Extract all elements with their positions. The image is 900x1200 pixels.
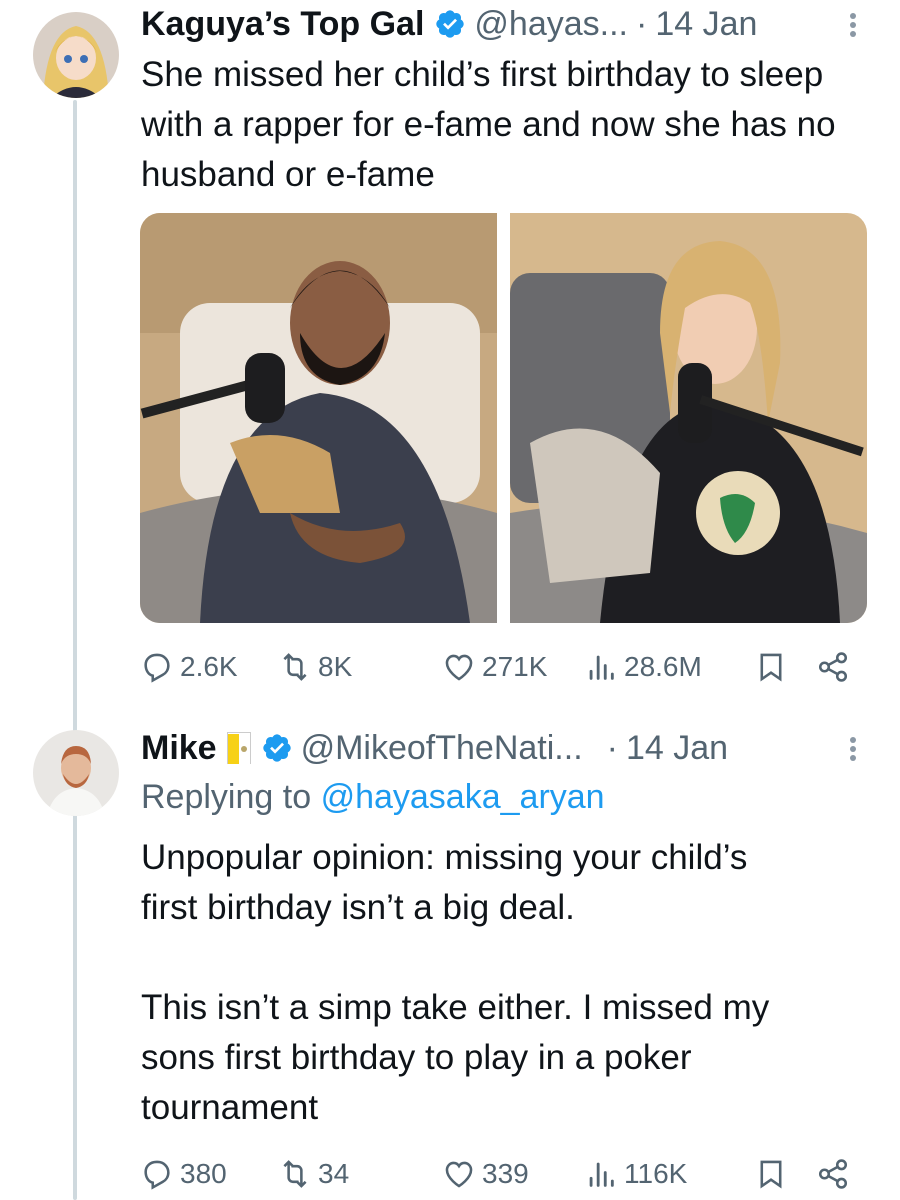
media-grid[interactable] — [140, 213, 867, 623]
handle[interactable]: @hayas... — [474, 4, 628, 44]
repost-count: 8K — [318, 651, 353, 682]
avatar-kaguya[interactable] — [33, 12, 119, 98]
verified-badge-icon — [261, 732, 293, 764]
reply-icon — [144, 653, 170, 683]
reply-count: 380 — [180, 1158, 227, 1189]
replying-prefix: Replying to — [141, 778, 312, 816]
repost-icon — [283, 1160, 307, 1188]
tweet-text: Unpopular opinion: missing your child’s … — [141, 838, 770, 1127]
share-icon — [818, 652, 848, 682]
timestamp[interactable]: 14 Jan — [655, 4, 757, 44]
media-photo-1[interactable] — [140, 213, 498, 623]
like-button[interactable]: 339 — [442, 1157, 584, 1191]
display-name[interactable]: Kaguya’s Top Gal — [141, 4, 424, 44]
bookmark-button[interactable] — [754, 650, 816, 684]
display-name[interactable]: Mike — [141, 728, 217, 768]
separator-dot: · — [606, 729, 618, 767]
share-button[interactable] — [816, 650, 850, 684]
reply-button[interactable]: 380 — [140, 1157, 278, 1191]
views-count: 28.6M — [624, 651, 702, 682]
views-button[interactable]: 28.6M — [584, 650, 754, 684]
bookmark-icon — [760, 653, 782, 682]
tweet-actions: 380 34 339 116K — [140, 1152, 855, 1196]
like-count: 339 — [482, 1158, 529, 1189]
bookmark-icon — [760, 1160, 782, 1189]
replying-to-link[interactable]: @hayasaka_aryan — [321, 778, 605, 816]
media-photo-2[interactable] — [509, 213, 868, 623]
views-count: 116K — [624, 1158, 688, 1189]
handle[interactable]: @MikeofTheNati... — [301, 728, 583, 768]
reply-icon — [144, 1160, 170, 1190]
like-icon — [445, 1161, 473, 1188]
separator-dot: · — [635, 5, 648, 43]
more-options-icon[interactable] — [850, 10, 858, 40]
repost-count: 34 — [318, 1158, 350, 1189]
repost-button[interactable]: 8K — [278, 650, 442, 684]
reply-button[interactable]: 2.6K — [140, 650, 278, 684]
like-count: 271K — [482, 651, 548, 682]
avatar-mike[interactable] — [33, 730, 119, 816]
views-icon — [589, 1162, 614, 1187]
thread-connector-line — [73, 100, 77, 1200]
tweet-header: Kaguya’s Top Gal @hayas... · 14 Jan — [141, 4, 757, 44]
bookmark-button[interactable] — [754, 1157, 816, 1191]
views-button[interactable]: 116K — [584, 1157, 754, 1191]
like-button[interactable]: 271K — [442, 650, 584, 684]
more-options-icon[interactable] — [850, 734, 858, 764]
replying-to: Replying to @hayasaka_aryan — [141, 775, 605, 819]
verified-badge-icon — [434, 8, 466, 40]
tweet-text: She missed her child’s first birthday to… — [141, 55, 836, 194]
timestamp[interactable]: 14 Jan — [626, 728, 728, 768]
reply-count: 2.6K — [180, 651, 238, 682]
views-icon — [589, 655, 614, 680]
share-button[interactable] — [816, 1157, 850, 1191]
share-icon — [818, 1159, 848, 1189]
like-icon — [445, 654, 473, 681]
flag-icon — [226, 732, 251, 764]
repost-icon — [283, 653, 307, 681]
repost-button[interactable]: 34 — [278, 1157, 442, 1191]
tweet-header: Mike @MikeofTheNati... · 14 Jan — [141, 728, 728, 768]
tweet-actions: 2.6K 8K 271K 28.6M — [140, 645, 855, 689]
